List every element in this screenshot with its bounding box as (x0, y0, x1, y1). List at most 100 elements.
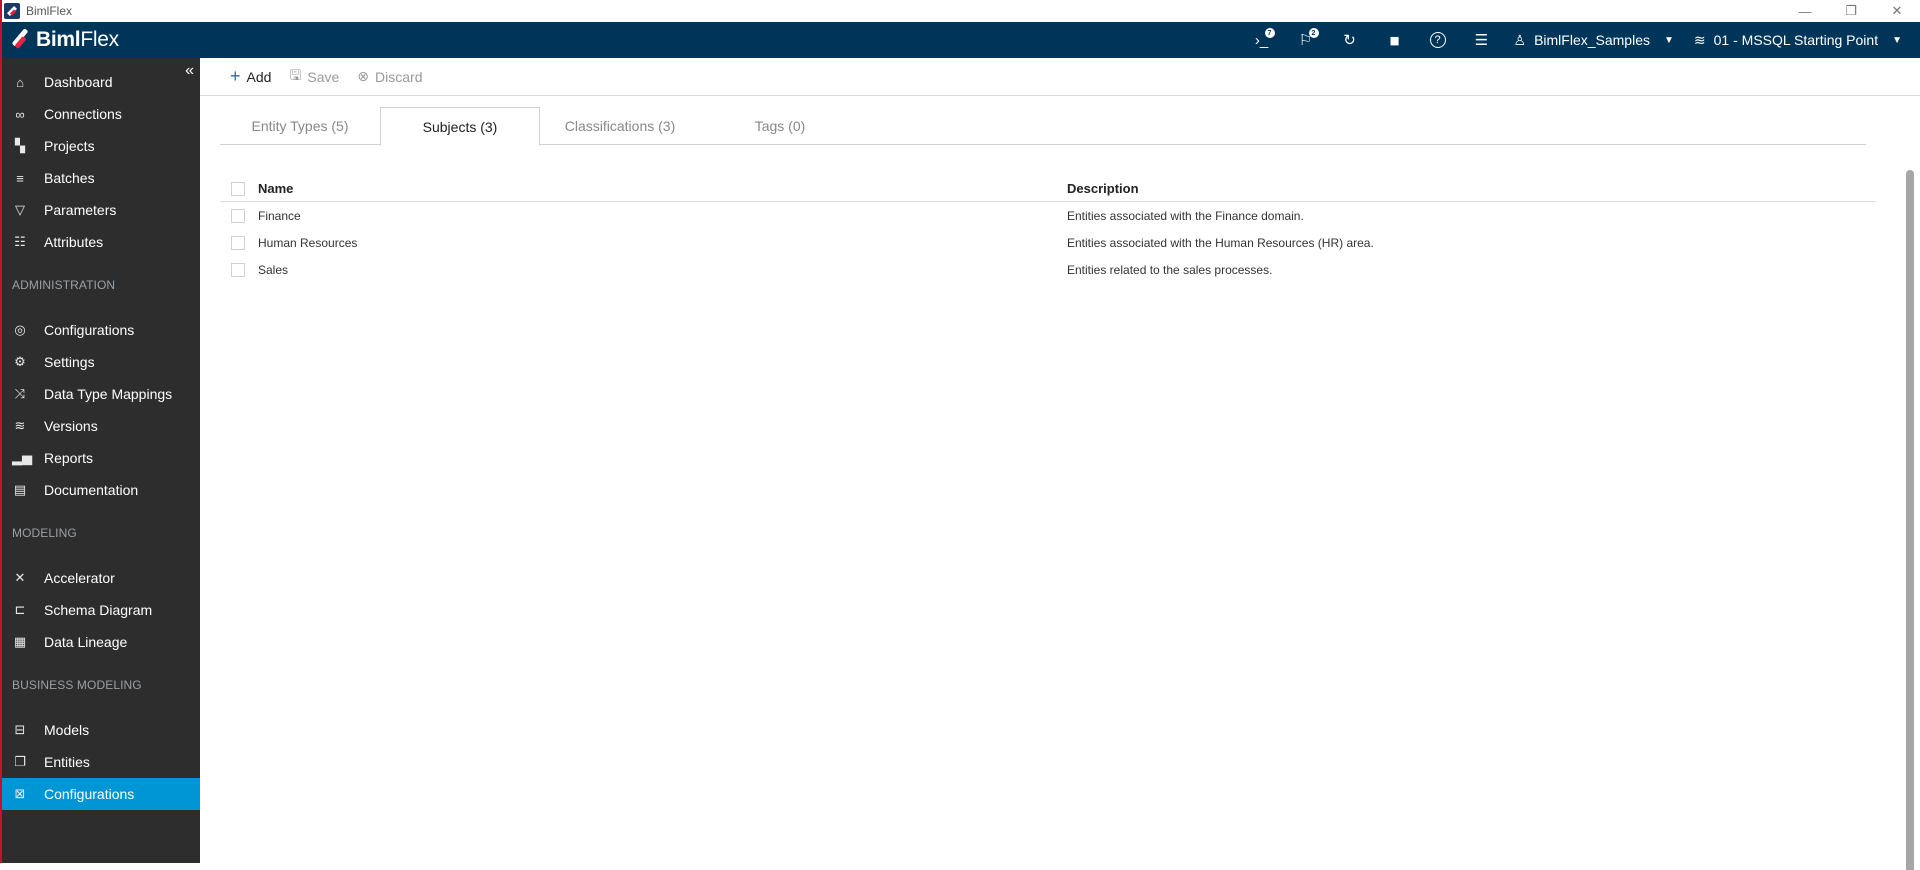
sidebar-item-label: Settings (44, 354, 95, 370)
cell-name: Sales (258, 263, 1067, 277)
chevron-down-icon: ▼ (1664, 35, 1674, 46)
data-lineage-icon: ▦ (12, 634, 28, 650)
version-selector[interactable]: ≋ 01 - MSSQL Starting Point ▼ (1684, 22, 1912, 58)
sidebar-item-label: Data Lineage (44, 634, 127, 650)
tab-tags[interactable]: Tags (0) (700, 107, 860, 145)
chart-icon: ▮▮ (1389, 34, 1397, 47)
sidebar-item-label: Accelerator (44, 570, 115, 586)
models-icon: ⊟ (12, 722, 28, 738)
sidebar: « ⌂Dashboard∞Connections▚Projects≡Batche… (0, 58, 200, 863)
tab-entity-types[interactable]: Entity Types (5) (220, 107, 380, 145)
sidebar-item-reports[interactable]: ▂▅Reports (2, 442, 200, 474)
cell-name: Human Resources (258, 236, 1067, 250)
sidebar-item-label: Parameters (44, 202, 116, 218)
tab-bar: Entity Types (5)Subjects (3)Classificati… (220, 107, 1866, 145)
sidebar-item-configurations[interactable]: ⊠ Configurations (2, 778, 200, 810)
tab-classifications[interactable]: Classifications (3) (540, 107, 700, 145)
window-titlebar: BimlFlex — ❐ ✕ (0, 0, 1920, 22)
restore-button[interactable]: ❐ (1828, 0, 1874, 22)
minimize-button[interactable]: — (1782, 0, 1828, 22)
add-button[interactable]: + Add (230, 66, 271, 87)
grid-header: Name Description (220, 176, 1875, 202)
layers-icon: ≋ (1694, 32, 1706, 49)
sidebar-item-data-type-mappings[interactable]: ⤨Data Type Mappings (2, 378, 200, 410)
select-all-checkbox[interactable] (231, 182, 245, 196)
sidebar-item-versions[interactable]: ≋Versions (2, 410, 200, 442)
row-checkbox[interactable] (231, 209, 245, 223)
sidebar-item-configurations[interactable]: ◎Configurations (2, 314, 200, 346)
sidebar-item-label: Batches (44, 170, 95, 186)
tab-subjects[interactable]: Subjects (3) (380, 107, 540, 146)
sidebar-item-batches[interactable]: ≡ Batches (2, 162, 200, 194)
sidebar-item-models[interactable]: ⊟Models (2, 714, 200, 746)
cell-description: Entities associated with the Finance dom… (1067, 209, 1875, 223)
sidebar-item-dashboard[interactable]: ⌂Dashboard (2, 66, 200, 98)
cell-description: Entities related to the sales processes. (1067, 263, 1875, 277)
sidebar-item-projects[interactable]: ▚ Projects (2, 130, 200, 162)
help-button[interactable]: ? (1416, 22, 1460, 58)
app-header: BimlFlex ›_7⚐2 ↻ ▮▮? ☰ ♙ BimlFlex_Samples ▼… (0, 22, 1920, 58)
sidebar-item-accelerator[interactable]: ✕ Accelerator (2, 562, 200, 594)
sidebar-item-attributes[interactable]: ☷Attributes (2, 226, 200, 258)
window-title: BimlFlex (26, 4, 72, 18)
sidebar-item-label: Dashboard (44, 74, 113, 90)
chart-button[interactable]: ▮▮ (1372, 22, 1416, 58)
customer-selector[interactable]: ♙ BimlFlex_Samples ▼ (1504, 22, 1684, 58)
app-icon (4, 3, 20, 19)
flag-button[interactable]: ⚐2 (1284, 22, 1328, 58)
vertical-scrollbar[interactable] (1906, 170, 1914, 870)
table-row[interactable]: SalesEntities related to the sales proce… (220, 256, 1875, 283)
sidebar-item-settings[interactable]: ⚙Settings (2, 346, 200, 378)
sidebar-item-label: Attributes (44, 234, 103, 250)
sidebar-item-label: Connections (44, 106, 122, 122)
column-header-name[interactable]: Name (258, 181, 1067, 196)
server-button[interactable]: ☰ (1460, 22, 1504, 58)
sidebar-item-connections[interactable]: ∞Connections (2, 98, 200, 130)
discard-button[interactable]: ⊗ Discard (357, 68, 422, 85)
business-configurations-icon: ⊠ (12, 786, 28, 802)
sidebar-item-schema-diagram[interactable]: ⊏Schema Diagram (2, 594, 200, 626)
documentation-icon: ▤ (12, 482, 28, 498)
sidebar-item-data-lineage[interactable]: ▦ Data Lineage (2, 626, 200, 658)
entities-icon: ❐ (12, 754, 28, 770)
close-button[interactable]: ✕ (1874, 0, 1920, 22)
sidebar-item-label: Versions (44, 418, 98, 434)
notification-badge: 2 (1309, 28, 1319, 38)
table-row[interactable]: FinanceEntities associated with the Fina… (220, 202, 1875, 229)
sidebar-item-label: Data Type Mappings (44, 386, 172, 402)
discard-icon: ⊗ (357, 68, 369, 85)
column-header-description[interactable]: Description (1067, 181, 1875, 196)
batches-icon: ≡ (12, 171, 28, 186)
main-content: + Add 🖫 Save ⊗ Discard Entity Types (5)S… (200, 58, 1920, 863)
cell-description: Entities associated with the Human Resou… (1067, 236, 1875, 250)
save-button[interactable]: 🖫 Save (289, 65, 339, 89)
subjects-grid: Name Description FinanceEntities associa… (220, 176, 1875, 283)
version-label: 01 - MSSQL Starting Point (1714, 32, 1878, 48)
table-row[interactable]: Human ResourcesEntities associated with … (220, 229, 1875, 256)
sidebar-item-label: Configurations (44, 322, 134, 338)
brand-logo: BimlFlex (12, 28, 119, 52)
row-checkbox[interactable] (231, 263, 245, 277)
notification-badge: 7 (1265, 28, 1275, 38)
help-icon: ? (1430, 32, 1446, 48)
console-button[interactable]: ›_7 (1240, 22, 1284, 58)
sidebar-item-label: Entities (44, 754, 90, 770)
row-checkbox[interactable] (231, 236, 245, 250)
reports-icon: ▂▅ (12, 450, 28, 466)
refresh-icon: ↻ (1343, 31, 1356, 49)
projects-icon: ▚ (12, 138, 28, 154)
sidebar-item-documentation[interactable]: ▤Documentation (2, 474, 200, 506)
sidebar-item-entities[interactable]: ❐ Entities (2, 746, 200, 778)
refresh-button[interactable]: ↻ (1328, 22, 1372, 58)
brand-name: BimlFlex (36, 28, 119, 52)
customer-label: BimlFlex_Samples (1534, 32, 1650, 48)
window-controls: — ❐ ✕ (1782, 0, 1920, 22)
accelerator-icon: ✕ (12, 570, 28, 586)
chevron-down-icon: ▼ (1892, 35, 1902, 46)
sidebar-item-label: Configurations (44, 786, 134, 802)
sidebar-item-label: Projects (44, 138, 95, 154)
sidebar-item-parameters[interactable]: ▽Parameters (2, 194, 200, 226)
user-icon: ♙ (1514, 32, 1527, 49)
cell-name: Finance (258, 209, 1067, 223)
toolbar: + Add 🖫 Save ⊗ Discard (200, 58, 1920, 96)
